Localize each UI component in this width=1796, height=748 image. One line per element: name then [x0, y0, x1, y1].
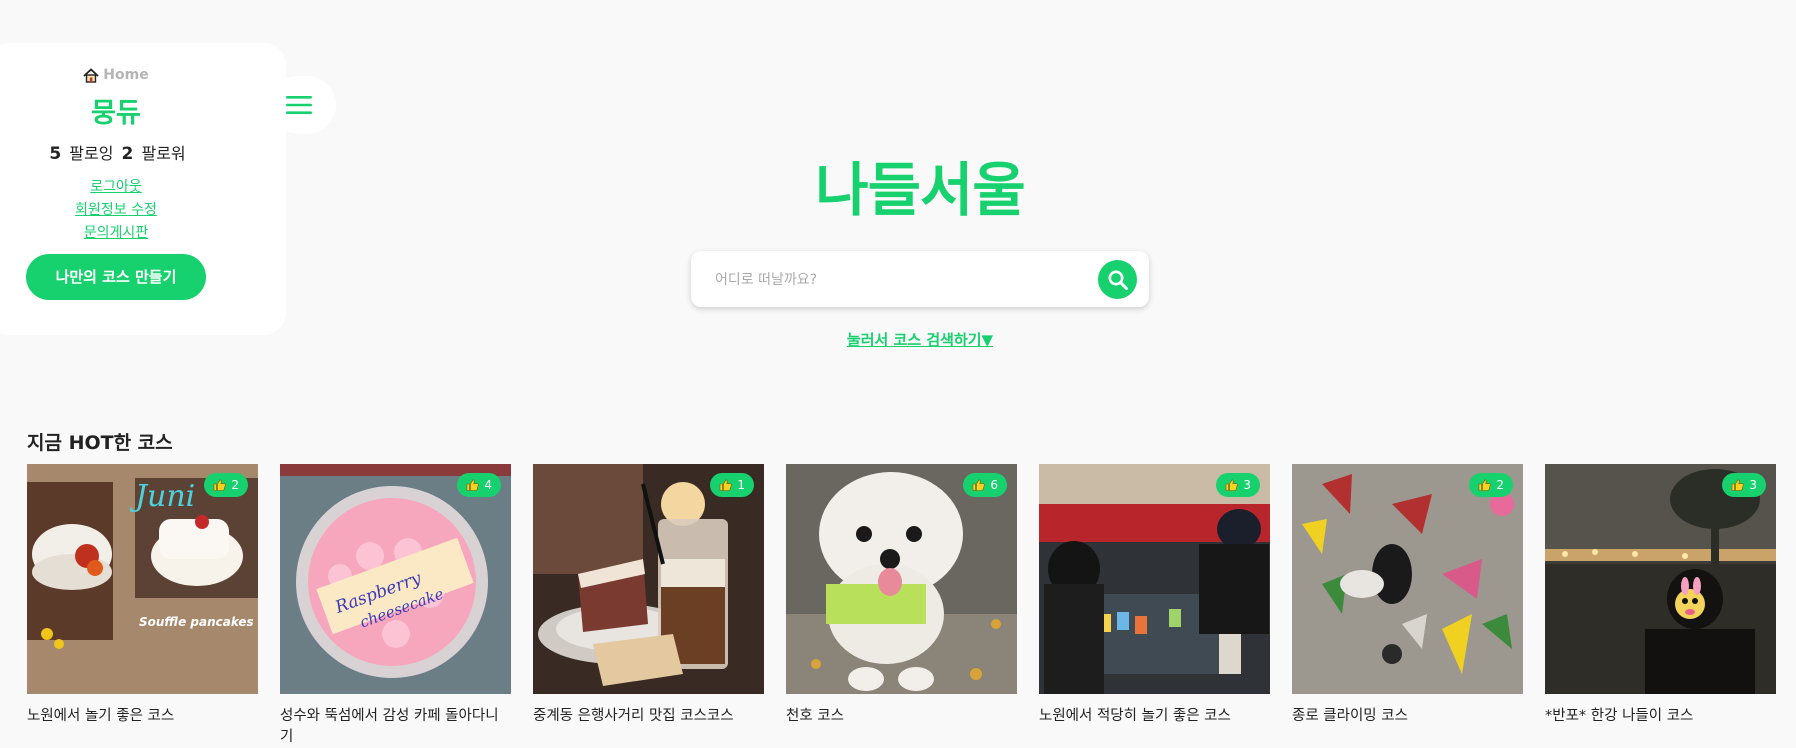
svg-text:Juni: Juni [129, 479, 195, 514]
like-count: 6 [990, 478, 998, 492]
course-card[interactable]: Juni Souffle pancakes 2 노원에서 놀기 좋은 코스 [27, 464, 258, 727]
like-badge: 3 [1722, 473, 1766, 497]
home-label: Home [103, 67, 149, 83]
course-photo [533, 464, 764, 694]
course-title[interactable]: *반포* 한강 나들이 코스 [1545, 706, 1776, 727]
like-badge: 3 [1216, 473, 1260, 497]
search-icon [1108, 270, 1128, 290]
course-thumbnail[interactable]: Raspberry cheesecake 4 [280, 464, 511, 694]
course-title[interactable]: 천호 코스 [786, 706, 1017, 727]
course-thumbnail[interactable]: Juni Souffle pancakes 2 [27, 464, 258, 694]
like-badge: 4 [457, 473, 501, 497]
course-photo: Raspberry cheesecake [280, 464, 511, 694]
course-thumbnail[interactable]: 6 [786, 464, 1017, 694]
make-course-button[interactable]: 나만의 코스 만들기 [26, 254, 206, 300]
course-search-toggle[interactable]: 눌러서 코스 검색하기▼ [0, 329, 1796, 350]
username: 뭉듀 [91, 98, 141, 129]
course-title[interactable]: 노원에서 놀기 좋은 코스 [27, 706, 258, 727]
course-thumbnail[interactable]: 2 [1292, 464, 1523, 694]
course-card[interactable]: Raspberry cheesecake 4 성수와 뚝섬에서 감성 카페 돌아… [280, 464, 511, 748]
thumbs-up-icon [973, 479, 985, 491]
like-count: 3 [1749, 478, 1757, 492]
site-title: 나들서울 [815, 156, 1025, 224]
course-card[interactable]: 1 중계동 은행사거리 맛집 코스코스 [533, 464, 764, 727]
search-button[interactable] [1098, 260, 1137, 299]
course-photo [1545, 464, 1776, 694]
course-photo: Juni Souffle pancakes [27, 464, 258, 694]
home-icon [83, 67, 99, 83]
search-bar [691, 251, 1149, 309]
course-thumbnail[interactable]: 3 [1545, 464, 1776, 694]
course-thumbnail[interactable]: 3 [1039, 464, 1270, 694]
menu-toggle-button[interactable] [270, 76, 336, 134]
course-title[interactable]: 종로 클라이밍 코스 [1292, 706, 1523, 727]
course-photo [786, 464, 1017, 694]
thumbs-up-icon [214, 479, 226, 491]
course-photo [1292, 464, 1523, 694]
thumbs-up-icon [1479, 479, 1491, 491]
like-count: 4 [484, 478, 492, 492]
like-badge: 2 [204, 473, 248, 497]
course-card[interactable]: 6 천호 코스 [786, 464, 1017, 727]
course-card[interactable]: 2 종로 클라이밍 코스 [1292, 464, 1523, 727]
hot-section-title: 지금 HOT한 코스 [27, 432, 173, 454]
like-count: 1 [737, 478, 745, 492]
course-title[interactable]: 성수와 뚝섬에서 감성 카페 돌아다니기 [280, 706, 511, 748]
course-thumbnail[interactable]: 1 [533, 464, 764, 694]
like-count: 3 [1243, 478, 1251, 492]
course-card[interactable]: 3 노원에서 적당히 놀기 좋은 코스 [1039, 464, 1270, 727]
course-card[interactable]: 3 *반포* 한강 나들이 코스 [1545, 464, 1776, 727]
svg-text:Souffle pancakes: Souffle pancakes [139, 615, 254, 629]
thumbs-up-icon [1732, 479, 1744, 491]
hamburger-icon [286, 96, 312, 114]
course-title[interactable]: 중계동 은행사거리 맛집 코스코스 [533, 706, 764, 727]
like-badge: 6 [963, 473, 1007, 497]
search-input[interactable] [713, 251, 1077, 309]
thumbs-up-icon [720, 479, 732, 491]
like-badge: 1 [710, 473, 754, 497]
thumbs-up-icon [467, 479, 479, 491]
home-link[interactable]: Home [0, 67, 232, 83]
course-photo [1039, 464, 1270, 694]
like-count: 2 [231, 478, 239, 492]
thumbs-up-icon [1226, 479, 1238, 491]
like-badge: 2 [1469, 473, 1513, 497]
course-title[interactable]: 노원에서 적당히 놀기 좋은 코스 [1039, 706, 1270, 727]
like-count: 2 [1496, 478, 1504, 492]
